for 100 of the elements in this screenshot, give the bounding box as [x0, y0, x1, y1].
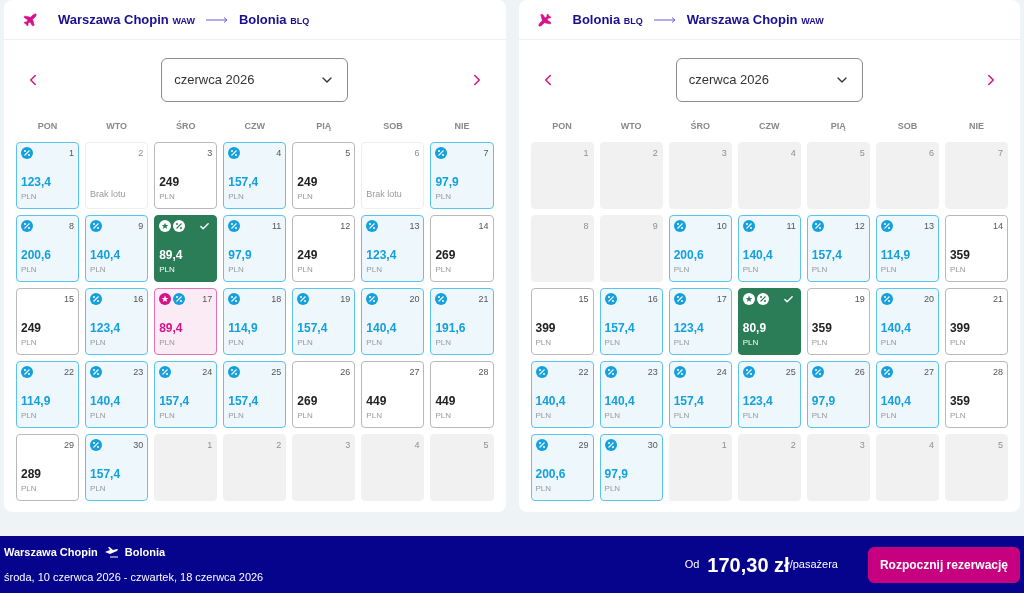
day-cell[interactable]: 21 191,6 PLN [430, 287, 494, 355]
price: 140,4 [535, 394, 567, 407]
day-cell[interactable]: 13 114,9 PLN [875, 214, 939, 282]
day-number: 29 [64, 440, 75, 450]
day-cell[interactable]: 20 140,4 PLN [875, 287, 939, 355]
day-number: 8 [69, 221, 75, 231]
day-cell[interactable]: 18 114,9 PLN [223, 287, 287, 355]
weekday-label: PON [551, 120, 573, 133]
day-cell[interactable]: 25 123,4 PLN [737, 360, 801, 428]
day-cell[interactable]: 19 157,4 PLN [292, 287, 356, 355]
day-cell[interactable]: 11 97,9 PLN [223, 214, 287, 282]
discount-icon [366, 293, 379, 305]
day-cell[interactable]: 30 157,4 PLN [85, 433, 149, 501]
day-number: 30 [133, 440, 144, 450]
star-icon [159, 293, 172, 305]
day-cell[interactable]: 14 269 PLN [430, 214, 494, 282]
day-cell[interactable]: 23 140,4 PLN [85, 360, 149, 428]
day-number: 4 [276, 148, 282, 158]
day-cell[interactable]: 11 140,4 PLN [737, 214, 801, 282]
month-select[interactable]: czerwca 2026 [675, 58, 863, 102]
day-cell[interactable]: 20 140,4 PLN [361, 287, 425, 355]
day-cell[interactable]: 4 157,4 PLN [223, 141, 287, 209]
day-cell[interactable]: 17 123,4 PLN [668, 287, 732, 355]
no-flight-label: Brak lotu [366, 189, 403, 199]
day-cell[interactable]: 16 123,4 PLN [85, 287, 149, 355]
currency: PLN [366, 265, 383, 274]
day-cell[interactable]: 5 249 PLN [292, 141, 356, 209]
day-cell[interactable]: 17 89,4 PLN [154, 287, 218, 355]
day-cell[interactable]: 28 449 PLN [430, 360, 494, 428]
day-number: 6 [414, 148, 420, 158]
day-cell[interactable]: 12 157,4 PLN [806, 214, 870, 282]
day-cell[interactable]: 24 157,4 PLN [668, 360, 732, 428]
day-cell[interactable]: 19 359 PLN [806, 287, 870, 355]
day-cell[interactable]: 29 200,6 PLN [530, 433, 594, 501]
price: 97,9 [228, 248, 253, 261]
price: 123,4 [21, 175, 53, 188]
day-cell[interactable]: 8 200,6 PLN [16, 214, 80, 282]
discount-icon [742, 220, 755, 232]
day-cell[interactable]: 12 249 PLN [292, 214, 356, 282]
day-number: 4 [928, 440, 934, 450]
day-cell[interactable]: 30 97,9 PLN [599, 433, 663, 501]
weekday-label: ŚRO [689, 120, 711, 133]
day-cell[interactable]: 26 269 PLN [292, 360, 356, 428]
day-cell[interactable]: 15 249 PLN [16, 287, 80, 355]
day-cell[interactable]: 26 97,9 PLN [806, 360, 870, 428]
day-cell[interactable]: 80,9 PLN [737, 287, 801, 355]
arrow-icon [653, 16, 676, 23]
day-cell[interactable]: 9 140,4 PLN [85, 214, 149, 282]
day-number: 5 [345, 148, 351, 158]
day-cell[interactable]: 28 359 PLN [944, 360, 1008, 428]
currency: PLN [228, 265, 245, 274]
discount-icon [535, 439, 548, 451]
day-cell[interactable]: 29 289 PLN [16, 433, 80, 501]
check-icon [199, 220, 211, 232]
day-cell[interactable]: 27 140,4 PLN [875, 360, 939, 428]
day-cell[interactable]: 16 157,4 PLN [599, 287, 663, 355]
price: 114,9 [228, 321, 259, 334]
day-cell[interactable]: 25 157,4 PLN [223, 360, 287, 428]
currency: PLN [21, 192, 38, 201]
day-cell[interactable]: 1 123,4 PLN [16, 141, 80, 209]
price: 140,4 [90, 394, 122, 407]
planes-icon [103, 546, 119, 559]
day-number: 29 [578, 440, 589, 450]
day-cell[interactable]: 24 157,4 PLN [154, 360, 218, 428]
day-number: 14 [993, 221, 1003, 231]
day-cell[interactable]: 23 140,4 PLN [599, 360, 663, 428]
discount-icon [228, 293, 241, 305]
discount-icon [90, 366, 103, 378]
day-number: 16 [647, 294, 658, 304]
day-cell[interactable]: 15 399 PLN [530, 287, 594, 355]
day-cell[interactable]: 10 200,6 PLN [668, 214, 732, 282]
trip-dates: środa, 10 czerwca 2026 - czwartek, 18 czerwca 2026 [4, 569, 264, 585]
day-cell[interactable]: 3 249 PLN [154, 141, 218, 209]
start-booking-button[interactable]: Rozpocznij rezerwację [867, 546, 1020, 583]
discount-icon [535, 366, 548, 378]
price: 97,9 [435, 175, 460, 188]
day-cell[interactable]: 21 399 PLN [944, 287, 1008, 355]
discount-icon [673, 220, 686, 232]
price: 89,4 [159, 321, 184, 334]
day-cell[interactable]: 22 140,4 PLN [530, 360, 594, 428]
currency: PLN [297, 192, 314, 201]
day-number: 20 [923, 294, 934, 304]
weekday-label: ŚRO [174, 120, 197, 133]
discount-icon [173, 293, 186, 305]
currency: PLN [435, 265, 452, 274]
day-cell[interactable]: 13 123,4 PLN [361, 214, 425, 282]
discount-icon [366, 220, 379, 232]
day-cell[interactable]: 27 449 PLN [361, 360, 425, 428]
day-number: 11 [786, 221, 796, 231]
day-number: 3 [859, 440, 865, 450]
price: 249 [297, 248, 319, 261]
month-select[interactable]: czerwca 2026 [161, 58, 349, 102]
no-flight-label: Brak lotu [90, 189, 127, 199]
day-cell[interactable]: 14 359 PLN [944, 214, 1008, 282]
day-cell[interactable]: 22 114,9 PLN [16, 360, 80, 428]
currency: PLN [604, 411, 622, 420]
day-number: 27 [923, 367, 934, 377]
day-cell[interactable]: 89,4 PLN [154, 214, 218, 282]
discount-icon [880, 220, 893, 232]
day-cell[interactable]: 7 97,9 PLN [430, 141, 494, 209]
